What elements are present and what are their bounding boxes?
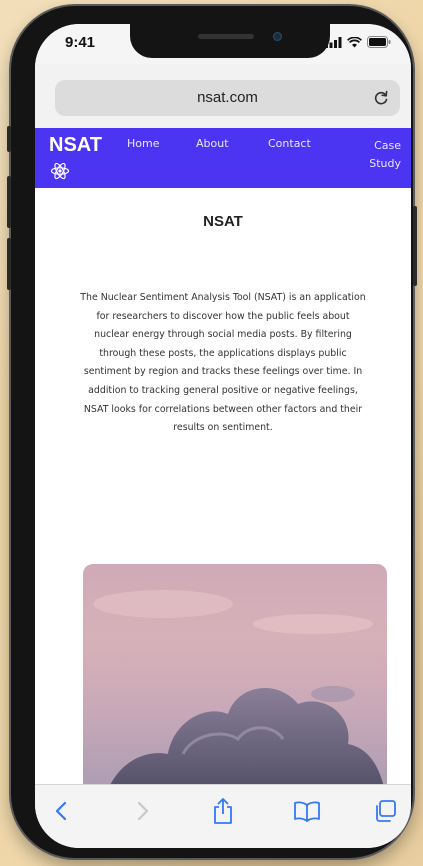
hero-cloud-image	[83, 564, 387, 784]
forward-icon	[137, 801, 149, 821]
share-button[interactable]	[209, 797, 237, 825]
battery-icon	[367, 36, 391, 48]
page-description: The Nuclear Sentiment Analysis Tool (NSA…	[80, 292, 366, 434]
volume-up-button	[7, 176, 11, 228]
mute-switch	[7, 126, 11, 152]
back-icon	[55, 801, 67, 821]
bookmarks-icon	[294, 801, 320, 822]
speaker-grille	[198, 34, 254, 39]
atom-icon[interactable]	[50, 161, 70, 181]
nav-link-home[interactable]: Home	[127, 137, 159, 150]
back-button[interactable]	[47, 797, 75, 825]
page-title: NSAT	[203, 213, 243, 230]
browser-toolbar	[35, 784, 411, 848]
wifi-icon	[347, 36, 362, 47]
side-button	[413, 206, 417, 286]
notch	[130, 24, 330, 58]
volume-down-button	[7, 238, 11, 290]
share-icon	[214, 798, 232, 824]
nav-link-case-study[interactable]: Case Study	[351, 137, 401, 173]
page-content: NSAT The Nuclear Sentiment Analysis Tool…	[35, 188, 411, 784]
site-navbar: NSAT Home About Contact Case Study	[35, 128, 411, 188]
address-bar[interactable]: nsat.com	[55, 80, 400, 116]
bookmarks-button[interactable]	[293, 797, 321, 825]
nav-case-line2: Study	[369, 157, 401, 170]
forward-button[interactable]	[129, 797, 157, 825]
status-icons	[325, 36, 391, 48]
backdrop: 9:41 nsat.com NSAT Home About Contact Ca…	[0, 0, 423, 866]
front-camera	[273, 32, 282, 41]
nav-link-contact[interactable]: Contact	[268, 137, 311, 150]
brand-logo-text[interactable]: NSAT	[49, 134, 102, 157]
phone-screen: 9:41 nsat.com NSAT Home About Contact Ca…	[35, 24, 411, 848]
tabs-icon	[376, 800, 396, 822]
status-time: 9:41	[65, 34, 96, 51]
tabs-button[interactable]	[371, 797, 399, 825]
reload-icon[interactable]	[372, 89, 390, 107]
phone-frame: 9:41 nsat.com NSAT Home About Contact Ca…	[7, 6, 417, 858]
nav-link-about[interactable]: About	[196, 137, 229, 150]
nav-case-line1: Case	[374, 139, 401, 152]
cloud-illustration	[93, 590, 384, 784]
url-text[interactable]: nsat.com	[55, 89, 400, 106]
